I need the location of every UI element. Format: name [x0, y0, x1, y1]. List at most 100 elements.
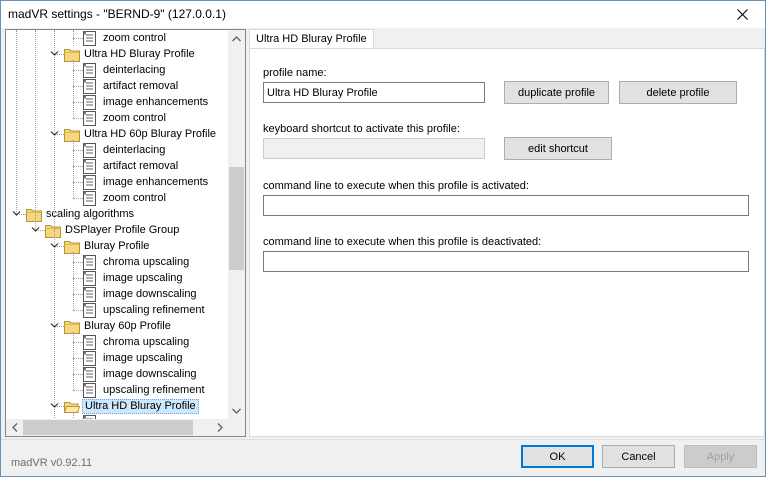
window-title: madVR settings - "BERND-9" (127.0.0.1) — [8, 7, 226, 21]
tree-vertical-scrollbar[interactable] — [228, 30, 245, 419]
tree-item-label: Bluray Profile — [84, 240, 150, 252]
duplicate-profile-button[interactable]: duplicate profile — [504, 81, 609, 104]
close-button[interactable] — [719, 1, 765, 28]
page-icon — [83, 351, 99, 366]
settings-tree[interactable]: zoom control Ultra HD Bluray Profile deint… — [5, 29, 246, 437]
profile-panel: profile name: Ultra HD Bluray Profile du… — [249, 48, 765, 437]
folder-open-icon — [63, 400, 81, 414]
tree-page-item[interactable]: chroma upscaling — [6, 334, 228, 350]
tree-item-label: upscaling refinement — [103, 304, 205, 316]
page-icon — [83, 303, 99, 318]
page-icon — [83, 383, 99, 398]
tree-page-item[interactable]: image upscaling — [6, 270, 228, 286]
scroll-right-arrow-icon[interactable] — [211, 419, 228, 436]
folder-icon — [26, 208, 42, 222]
tree-item-label: image enhancements — [103, 176, 209, 188]
tree-folder-item[interactable]: scaling algorithms — [6, 206, 228, 222]
shortcut-label: keyboard shortcut to activate this profi… — [263, 123, 460, 135]
tree-page-item[interactable]: image enhancements — [6, 174, 228, 190]
tree-page-item[interactable]: image enhancements — [6, 94, 228, 110]
cancel-button[interactable]: Cancel — [602, 445, 675, 468]
tree-guide-line — [54, 230, 55, 420]
tree-guide-line — [73, 252, 74, 310]
tree-folder-item[interactable]: Ultra HD 60p Bluray Profile — [6, 126, 228, 142]
tree-guide-line — [16, 30, 17, 214]
version-label: madVR v0.92.11 — [11, 457, 93, 469]
tree-page-item[interactable]: zoom control — [6, 190, 228, 206]
tab-profile[interactable]: Ultra HD Bluray Profile — [249, 29, 374, 50]
scroll-down-arrow-icon[interactable] — [228, 402, 245, 419]
tree-page-item[interactable]: image upscaling — [6, 350, 228, 366]
tree-page-item[interactable]: artifact removal — [6, 158, 228, 174]
title-bar: madVR settings - "BERND-9" (127.0.0.1) — [1, 1, 765, 28]
tree-horizontal-scrollbar[interactable] — [6, 419, 228, 436]
tree-item-label: upscaling refinement — [103, 384, 205, 396]
page-icon — [83, 143, 99, 158]
page-icon — [83, 191, 99, 206]
tree-guide-line — [35, 30, 36, 230]
tree-guide-line — [73, 60, 74, 118]
tree-page-item[interactable]: upscaling refinement — [6, 302, 228, 318]
tree-folder-item[interactable]: Bluray Profile — [6, 238, 228, 254]
tree-page-item[interactable]: zoom control — [6, 30, 228, 46]
scroll-up-arrow-icon[interactable] — [228, 30, 245, 47]
tree-item-label: zoom control — [103, 192, 166, 204]
tree-folder-item[interactable]: Bluray 60p Profile — [6, 318, 228, 334]
tree-page-item[interactable]: artifact removal — [6, 78, 228, 94]
edit-shortcut-button[interactable]: edit shortcut — [504, 137, 612, 160]
tree-folder-item[interactable]: DSPlayer Profile Group — [6, 222, 228, 238]
tree-page-item[interactable]: upscaling refinement — [6, 382, 228, 398]
tree-item-label: deinterlacing — [103, 144, 166, 156]
profile-name-input[interactable]: Ultra HD Bluray Profile — [263, 82, 485, 103]
page-icon — [83, 255, 99, 270]
tree-item-label: chroma upscaling — [103, 256, 190, 268]
ok-button[interactable]: OK — [521, 445, 594, 468]
tree-item-label: artifact removal — [103, 160, 179, 172]
tree-page-item[interactable]: zoom control — [6, 110, 228, 126]
tree-page-item[interactable]: deinterlacing — [6, 62, 228, 78]
folder-icon — [64, 240, 80, 254]
tree-item-label: image upscaling — [103, 352, 183, 364]
vertical-scroll-thumb[interactable] — [229, 167, 244, 270]
apply-button[interactable]: Apply — [684, 445, 757, 468]
tree-item-label: Bluray 60p Profile — [84, 320, 171, 332]
tree-page-item[interactable]: chroma upscaling — [6, 254, 228, 270]
page-icon — [83, 367, 99, 382]
close-icon — [736, 9, 748, 20]
tree-guide-line — [73, 30, 74, 46]
horizontal-scroll-thumb[interactable] — [23, 420, 193, 435]
page-icon — [83, 63, 99, 78]
tree-item-label: scaling algorithms — [46, 208, 135, 220]
tree-page-item[interactable]: deinterlacing — [6, 142, 228, 158]
folder-icon — [64, 128, 80, 142]
tree-item-label: image upscaling — [103, 272, 183, 284]
scrollbar-corner — [228, 419, 245, 436]
shortcut-field — [263, 138, 485, 159]
tab-strip: Ultra HD Bluray Profile — [249, 29, 765, 50]
delete-profile-button[interactable]: delete profile — [619, 81, 737, 104]
tree-item-label: chroma upscaling — [103, 336, 190, 348]
page-icon — [83, 287, 99, 302]
tree-item-label: Ultra HD 60p Bluray Profile — [84, 128, 217, 140]
cmd-deactivated-input[interactable] — [263, 251, 749, 272]
page-icon — [83, 31, 99, 46]
tree-item-label: Ultra HD Bluray Profile — [84, 48, 195, 60]
tree-page-item[interactable]: image downscaling — [6, 366, 228, 382]
tree-item-label: Ultra HD Bluray Profile — [82, 399, 199, 414]
tree-guide-line — [73, 332, 74, 390]
page-icon — [83, 95, 99, 110]
tree-guide-line — [73, 140, 74, 198]
tree-item-label: image enhancements — [103, 96, 209, 108]
tree-folder-item[interactable]: Ultra HD Bluray Profile — [6, 46, 228, 62]
cmd-deactivated-label: command line to execute when this profil… — [263, 236, 542, 248]
tree-page-item[interactable]: image downscaling — [6, 286, 228, 302]
folder-icon — [45, 224, 61, 238]
folder-icon — [64, 320, 80, 334]
tree-item-label: zoom control — [103, 112, 166, 124]
cmd-activated-input[interactable] — [263, 195, 749, 216]
tree-folder-item[interactable]: Ultra HD Bluray Profile — [6, 398, 228, 414]
page-icon — [83, 175, 99, 190]
scroll-left-arrow-icon[interactable] — [6, 419, 23, 436]
cmd-activated-label: command line to execute when this profil… — [263, 180, 529, 192]
page-icon — [83, 79, 99, 94]
